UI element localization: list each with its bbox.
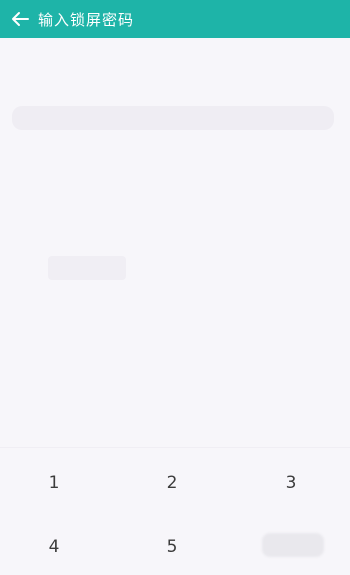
- arrow-left-icon: [12, 12, 29, 26]
- key-4[interactable]: 4: [0, 519, 112, 575]
- app-bar: 输入锁屏密码: [0, 0, 350, 38]
- obscured-area: [262, 533, 324, 557]
- page-title: 输入锁屏密码: [38, 10, 135, 29]
- back-button[interactable]: [0, 0, 42, 38]
- key-5[interactable]: 5: [114, 519, 230, 575]
- faded-banner: [12, 106, 334, 130]
- key-2[interactable]: 2: [114, 455, 230, 511]
- key-1[interactable]: 1: [0, 455, 112, 511]
- faded-block: [48, 256, 126, 280]
- faded-row-divider: [0, 447, 350, 448]
- key-3[interactable]: 3: [233, 455, 349, 511]
